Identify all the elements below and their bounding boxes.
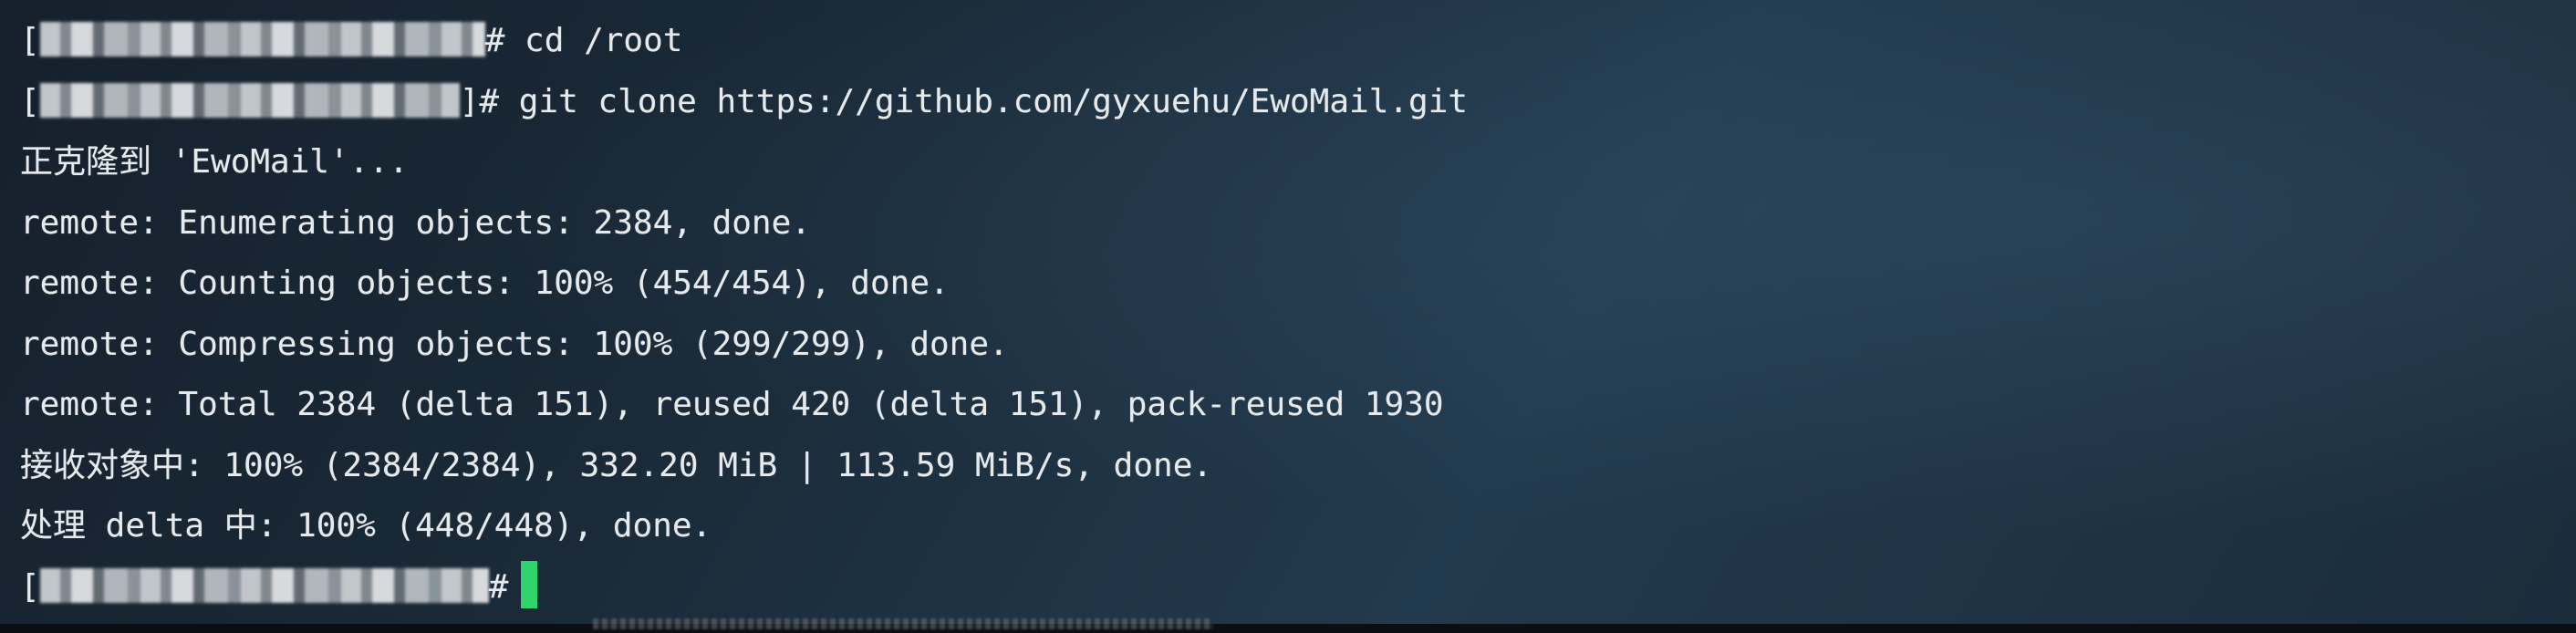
redacted-prompt [39, 22, 485, 57]
prompt-hash: # [488, 567, 509, 606]
prompt-hash: # [484, 22, 505, 59]
output-line-compressing: remote: Compressing objects: 100% (299/2… [20, 325, 1009, 363]
output-line-total: remote: Total 2384 (delta 151), reused 4… [20, 386, 1444, 423]
prompt-open: [ [20, 22, 40, 59]
bottom-border [0, 624, 2576, 633]
redacted-prompt [39, 82, 460, 118]
text-cursor[interactable] [521, 560, 538, 608]
redacted-prompt [39, 567, 489, 603]
output-line-cloning: 正克隆到 'EwoMail'... [20, 143, 409, 181]
blurred-status-text [593, 618, 1213, 629]
output-line-receiving: 接收对象中: 100% (2384/2384), 332.20 MiB | 11… [20, 446, 1213, 484]
command-line-cd: [ # cd /root [20, 11, 2558, 72]
terminal-window[interactable]: [# cd /root []# git clone https://github… [0, 0, 2576, 624]
output-line-counting: remote: Counting objects: 100% (454/454)… [20, 265, 950, 302]
terminal-output: [# cd /root []# git clone https://github… [20, 11, 2558, 617]
command-text-cd: cd /root [504, 22, 683, 59]
output-line-enumerating: remote: Enumerating objects: 2384, done. [20, 203, 811, 242]
prompt-open: [ [20, 567, 40, 606]
command-line-current: [# [20, 557, 2558, 618]
prompt-bracket-hash: ]# [459, 82, 500, 120]
command-line-clone: [ ]# git clone https://github.com/gyxuehu… [20, 72, 2558, 133]
command-text-clone: git clone https://github.com/gyxuehu/Ewo… [499, 82, 1469, 120]
prompt-open: [ [20, 82, 40, 120]
output-line-resolving-deltas: 处理 delta 中: 100% (448/448), done. [20, 507, 712, 545]
